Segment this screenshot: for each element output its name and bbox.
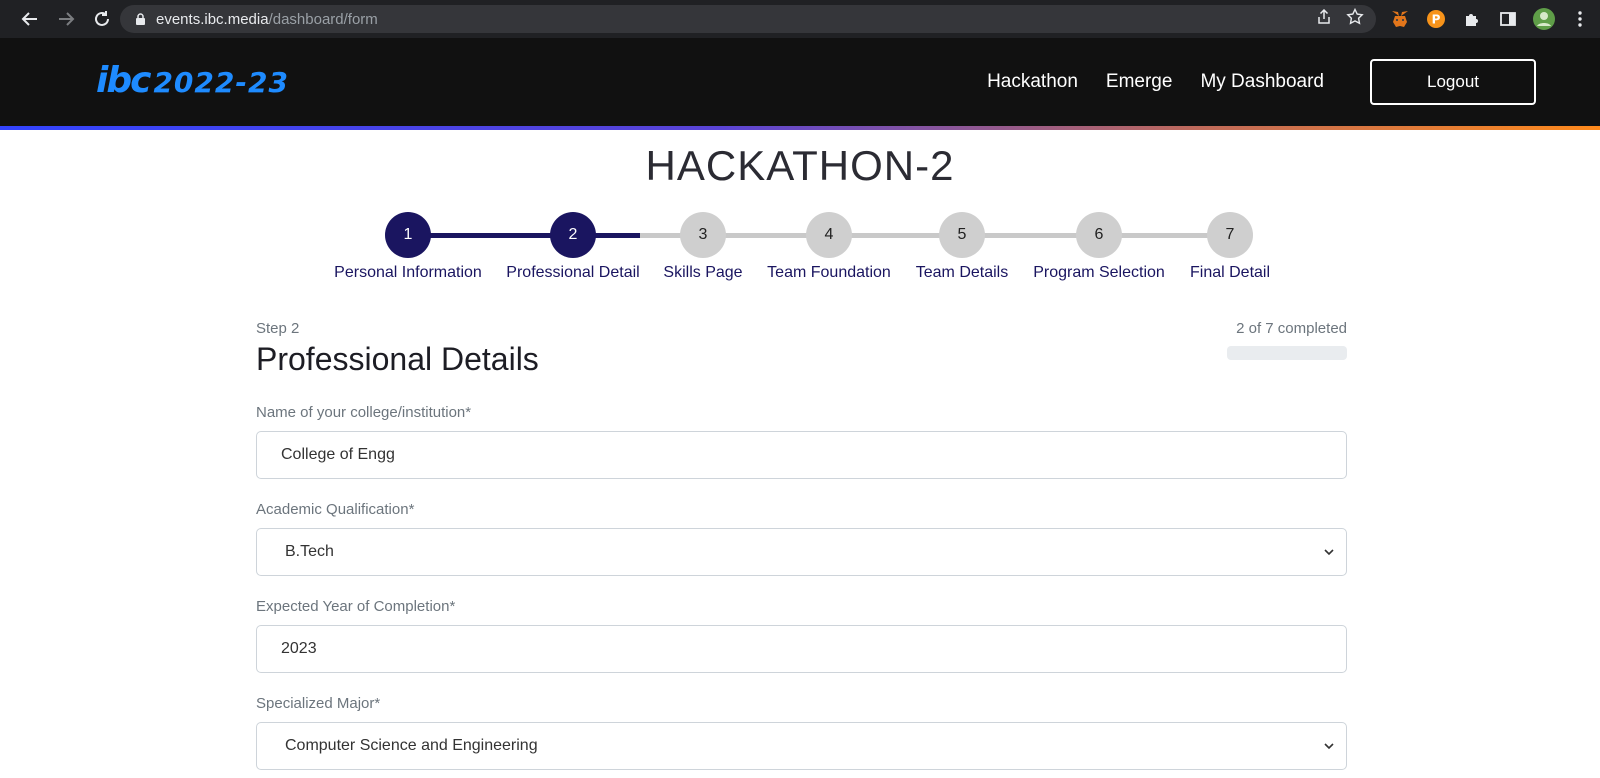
page-title: HACKATHON-2 xyxy=(645,142,955,189)
step-circle-3[interactable]: 3 xyxy=(680,212,726,258)
bookmark-star-icon[interactable] xyxy=(1346,7,1364,31)
ibc-logo[interactable]: ibc 2022-23 xyxy=(96,60,289,101)
forward-arrow-icon[interactable] xyxy=(48,4,84,34)
major-label: Specialized Major* xyxy=(256,695,381,712)
side-panel-icon[interactable] xyxy=(1496,7,1520,31)
svg-text:P: P xyxy=(1432,13,1441,27)
section-title: Professional Details xyxy=(256,341,539,377)
lock-icon xyxy=(134,12,146,26)
step-circle-1[interactable]: 1 xyxy=(385,212,431,258)
step-circle-4[interactable]: 4 xyxy=(806,212,852,258)
step-circle-6[interactable]: 6 xyxy=(1076,212,1122,258)
completion-text: 2 of 7 completed xyxy=(1236,320,1347,337)
logo-mark: ibc xyxy=(96,60,151,101)
step-circle-2[interactable]: 2 xyxy=(550,212,596,258)
step-circle-7[interactable]: 7 xyxy=(1207,212,1253,258)
omnibox-actions xyxy=(1316,5,1364,33)
header-gradient-divider xyxy=(0,126,1600,130)
professional-details-form: Step 2 2 of 7 completed Professional Det… xyxy=(256,320,1347,770)
major-select[interactable]: Computer Science and Engineering xyxy=(256,722,1347,770)
puzzle-extensions-icon[interactable] xyxy=(1460,7,1484,31)
extensions-bar: P xyxy=(1388,4,1592,34)
stepper-track-completed xyxy=(408,233,640,238)
qualification-select[interactable]: B.Tech xyxy=(256,528,1347,576)
share-icon[interactable] xyxy=(1316,8,1332,30)
step-circle-5[interactable]: 5 xyxy=(939,212,985,258)
college-value: College of Engg xyxy=(281,446,395,463)
kebab-menu-icon[interactable] xyxy=(1568,7,1592,31)
main-nav: Hackathon Emerge My Dashboard Logout xyxy=(959,38,1600,126)
year-input[interactable]: 2023 xyxy=(256,625,1347,673)
metamask-fox-icon[interactable] xyxy=(1388,7,1412,31)
nav-emerge[interactable]: Emerge xyxy=(1106,71,1173,93)
chevron-down-icon xyxy=(1322,545,1336,559)
nav-hackathon[interactable]: Hackathon xyxy=(987,71,1078,93)
step-label-1: Personal Information xyxy=(334,264,482,281)
progress-stepper: 1 Personal Information 2 Professional Detai… xyxy=(0,210,1600,290)
logout-button[interactable]: Logout xyxy=(1370,59,1536,105)
reload-icon[interactable] xyxy=(84,4,120,34)
stepper-track-remaining xyxy=(640,233,1230,238)
nav-my-dashboard[interactable]: My Dashboard xyxy=(1200,71,1324,93)
step-label-6: Program Selection xyxy=(1033,264,1165,281)
college-input[interactable]: College of Engg xyxy=(256,431,1347,479)
step-indicator: Step 2 xyxy=(256,320,300,337)
step-label-4: Team Foundation xyxy=(767,264,891,281)
year-value: 2023 xyxy=(281,640,317,657)
step-label-5: Team Details xyxy=(915,264,1009,281)
site-header: ibc 2022-23 Hackathon Emerge My Dashboar… xyxy=(0,38,1600,126)
step-label-7: Final Detail xyxy=(1189,264,1271,281)
logo-year: 2022-23 xyxy=(153,66,289,99)
profile-avatar-icon[interactable] xyxy=(1532,7,1556,31)
back-arrow-icon[interactable] xyxy=(12,4,48,34)
qualification-label: Academic Qualification* xyxy=(256,501,415,518)
major-value: Computer Science and Engineering xyxy=(285,737,538,754)
year-label: Expected Year of Completion* xyxy=(256,598,456,615)
college-label: Name of your college/institution* xyxy=(256,404,472,421)
completion-progress-bar xyxy=(1227,346,1347,360)
browser-nav xyxy=(0,4,120,34)
qualification-value: B.Tech xyxy=(285,543,334,560)
address-bar[interactable]: events.ibc.media/dashboard/form xyxy=(120,5,1376,33)
step-label-3: Skills Page xyxy=(663,264,743,281)
step-label-2: Professional Detail xyxy=(506,264,640,281)
browser-toolbar: events.ibc.media/dashboard/form P xyxy=(0,0,1600,38)
url-text: events.ibc.media/dashboard/form xyxy=(156,10,378,28)
chevron-down-icon xyxy=(1322,739,1336,753)
p-coin-extension-icon[interactable]: P xyxy=(1424,7,1448,31)
